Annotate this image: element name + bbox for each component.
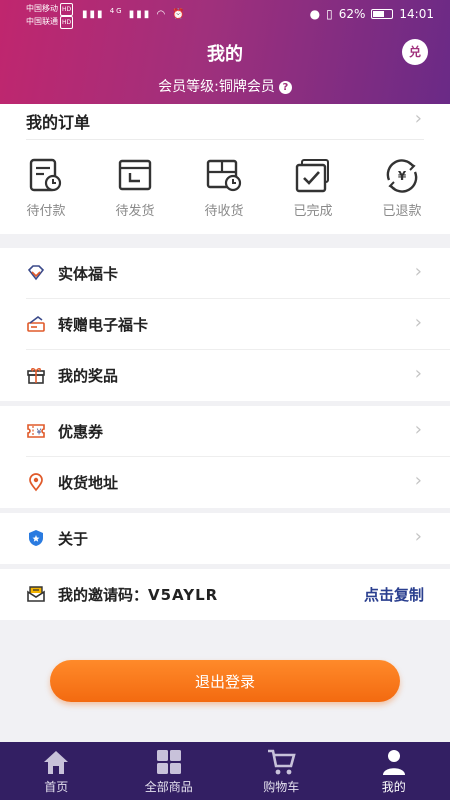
- order-completed[interactable]: 已完成: [287, 158, 339, 219]
- redeem-button[interactable]: 兑: [402, 39, 428, 65]
- grid-icon: [156, 750, 181, 774]
- chevron-right-icon: ›: [414, 526, 422, 547]
- chevron-right-icon: ›: [414, 108, 422, 129]
- header: 中国移动 HD 中国联通 HD ▮▮▮ 4G ▮▮▮ ◠ ⏰ ● ▯ 62% 14:…: [0, 0, 450, 105]
- signal-icons: ▮▮▮ 4G ▮▮▮ ◠ ⏰: [82, 7, 187, 20]
- carrier-info: 中国移动 HD 中国联通 HD: [26, 3, 74, 29]
- chevron-right-icon: ›: [414, 419, 422, 440]
- orders-header[interactable]: 我的订单 ›: [26, 104, 424, 140]
- carrier-1: 中国移动: [26, 4, 58, 13]
- menu-item-about[interactable]: 关于 ›: [26, 513, 450, 564]
- diamond-icon: [27, 265, 45, 281]
- menu-item-label: 关于: [58, 530, 89, 548]
- chevron-right-icon: ›: [414, 261, 422, 282]
- order-pending-payment-label: 待付款: [26, 204, 66, 219]
- menu-item-label: 实体福卡: [58, 265, 119, 283]
- gift-card-icon: [27, 316, 45, 332]
- carrier-2: 中国联通: [26, 17, 58, 26]
- order-pending-receipt[interactable]: 待收货: [198, 158, 250, 219]
- location-icon: ●: [309, 7, 321, 21]
- menu-item-my-prizes[interactable]: 我的奖品 ›: [26, 350, 450, 401]
- tab-cart[interactable]: 购物车: [225, 742, 338, 800]
- orders-card: 我的订单 › 待付款 待发货 待收货 已完成 ¥ 已退款: [0, 104, 450, 234]
- gift-box-icon: [27, 368, 45, 384]
- menu-item-label: 优惠券: [58, 423, 104, 441]
- bottom-tab-bar: 首页 全部商品 购物车 我的: [0, 742, 450, 800]
- hd-badge: HD: [60, 16, 74, 29]
- logout-button[interactable]: 退出登录: [50, 660, 400, 702]
- tab-label: 购物车: [263, 780, 300, 794]
- signal-icon: ▮▮▮: [128, 9, 152, 20]
- completed-icon: [295, 159, 329, 193]
- tab-label: 我的: [381, 780, 406, 794]
- order-status-list: 待付款 待发货 待收货 已完成 ¥ 已退款: [0, 140, 450, 219]
- menu-item-physical-card[interactable]: 实体福卡 ›: [26, 248, 450, 299]
- svg-text:¥: ¥: [36, 428, 41, 437]
- pending-shipment-icon: [118, 159, 152, 191]
- menu-item-address[interactable]: 收货地址 ›: [26, 457, 450, 508]
- user-icon: [382, 750, 405, 775]
- help-icon[interactable]: ?: [278, 81, 292, 94]
- order-pending-receipt-label: 待收货: [204, 204, 244, 219]
- tab-home[interactable]: 首页: [0, 742, 113, 800]
- battery-percent: 62%: [338, 7, 366, 21]
- tab-me[interactable]: 我的: [338, 742, 450, 800]
- order-pending-shipment[interactable]: 待发货: [109, 158, 161, 219]
- invite-label: 我的邀请码：: [58, 586, 149, 604]
- order-refunded[interactable]: ¥ 已退款: [376, 158, 428, 219]
- wifi-icon: ◠: [156, 9, 168, 20]
- clock: 14:01: [399, 7, 434, 21]
- cart-icon: [268, 749, 296, 775]
- battery-icon: [371, 9, 394, 19]
- tab-all-products[interactable]: 全部商品: [113, 742, 226, 800]
- menu-group-about: 关于 ›: [0, 513, 450, 564]
- menu-item-label: 转赠电子福卡: [58, 316, 149, 334]
- order-refunded-label: 已退款: [382, 204, 422, 219]
- hd-badge: HD: [60, 3, 74, 16]
- menu-item-label: 收货地址: [58, 474, 119, 492]
- pending-payment-icon: [29, 158, 62, 192]
- menu-item-label: 我的奖品: [58, 367, 119, 385]
- alarm-icon: ⏰: [172, 9, 187, 20]
- order-pending-payment[interactable]: 待付款: [20, 158, 72, 219]
- home-icon: [44, 751, 69, 774]
- refunded-icon: ¥: [386, 159, 418, 193]
- coupon-icon: ¥: [27, 424, 45, 438]
- status-right: ● ▯ 62% 14:01: [310, 7, 434, 21]
- shield-icon: [29, 530, 43, 546]
- svg-text:¥: ¥: [398, 169, 407, 183]
- menu-group-account: ¥ 优惠券 › 收货地址 ›: [0, 406, 450, 508]
- invite-code-card: 我的邀请码：V5AYLR 点击复制: [0, 569, 450, 620]
- invite-code-text: 我的邀请码：V5AYLR: [58, 584, 218, 605]
- tab-label: 全部商品: [144, 780, 193, 794]
- pending-receipt-icon: [206, 159, 242, 192]
- chevron-right-icon: ›: [414, 470, 422, 491]
- vibrate-icon: ▯: [326, 7, 333, 21]
- member-level: 会员等级:铜牌会员?: [0, 76, 450, 96]
- envelope-icon: [27, 586, 45, 602]
- menu-item-coupons[interactable]: ¥ 优惠券 ›: [26, 406, 450, 457]
- menu-item-gift-ecard[interactable]: 转赠电子福卡 ›: [26, 299, 450, 350]
- chevron-right-icon: ›: [414, 312, 422, 333]
- member-level-text: 会员等级:铜牌会员: [158, 79, 275, 95]
- menu-group-cards: 实体福卡 › 转赠电子福卡 › 我的奖品 ›: [0, 248, 450, 401]
- network-type: 4G: [109, 7, 124, 15]
- chevron-right-icon: ›: [414, 363, 422, 384]
- order-pending-shipment-label: 待发货: [115, 204, 155, 219]
- location-pin-icon: [29, 473, 43, 492]
- copy-invite-code-button[interactable]: 点击复制: [364, 584, 424, 605]
- status-bar: 中国移动 HD 中国联通 HD ▮▮▮ 4G ▮▮▮ ◠ ⏰ ● ▯ 62% 14:…: [0, 0, 450, 30]
- signal-icon: ▮▮▮: [82, 9, 105, 20]
- orders-title: 我的订单: [26, 113, 91, 132]
- page-title: 我的: [207, 44, 243, 65]
- tab-label: 首页: [44, 780, 69, 794]
- order-completed-label: 已完成: [293, 204, 333, 219]
- invite-code: V5AYLR: [148, 586, 219, 604]
